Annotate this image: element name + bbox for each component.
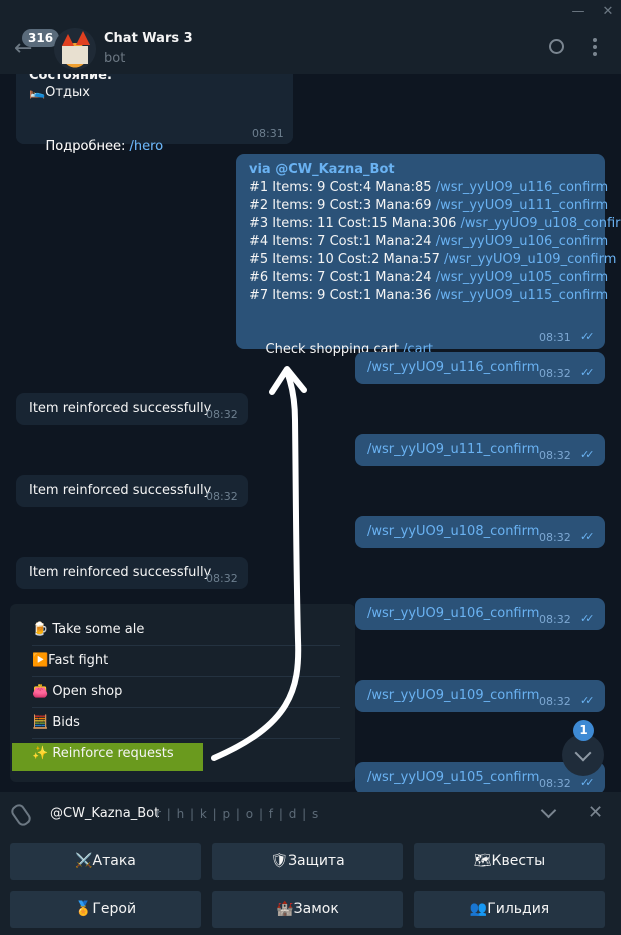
attach-icon[interactable]	[8, 801, 34, 829]
keyboard-toggle-icon[interactable]	[540, 802, 557, 819]
chat-subtitle: bot	[104, 51, 126, 66]
reply-keyboard: ⚔️Атака 🛡Защита 🗺Квесты 🏅Герой 🏰Замок 👥Гильди…	[0, 838, 621, 935]
message-input[interactable]: @CW_Kazna_Bot	[50, 806, 159, 821]
reply-keyboard-button[interactable]: ⚔️Атака	[10, 843, 201, 880]
reply-keyboard-button[interactable]: 🏅Герой	[10, 891, 201, 928]
reply-keyboard-button[interactable]: 🗺Квесты	[414, 843, 605, 880]
input-hint: r | h | k | p | o | f | d | s	[156, 807, 320, 821]
reply-keyboard-button[interactable]: 🛡Защита	[212, 843, 403, 880]
search-icon[interactable]	[549, 39, 564, 54]
close-icon[interactable]: ✕	[588, 804, 603, 822]
more-menu-icon[interactable]	[593, 38, 597, 56]
reply-keyboard-button[interactable]: 👥Гильдия	[414, 891, 605, 928]
chat-title[interactable]: Chat Wars 3	[104, 31, 193, 46]
reply-keyboard-button[interactable]: 🏰Замок	[212, 891, 403, 928]
avatar[interactable]	[54, 28, 96, 70]
chevron-down-icon	[574, 744, 592, 762]
unread-mentions-badge: 1	[573, 720, 594, 741]
message-input-bar: @CW_Kazna_Bot r | h | k | p | o | f | d …	[0, 792, 621, 838]
